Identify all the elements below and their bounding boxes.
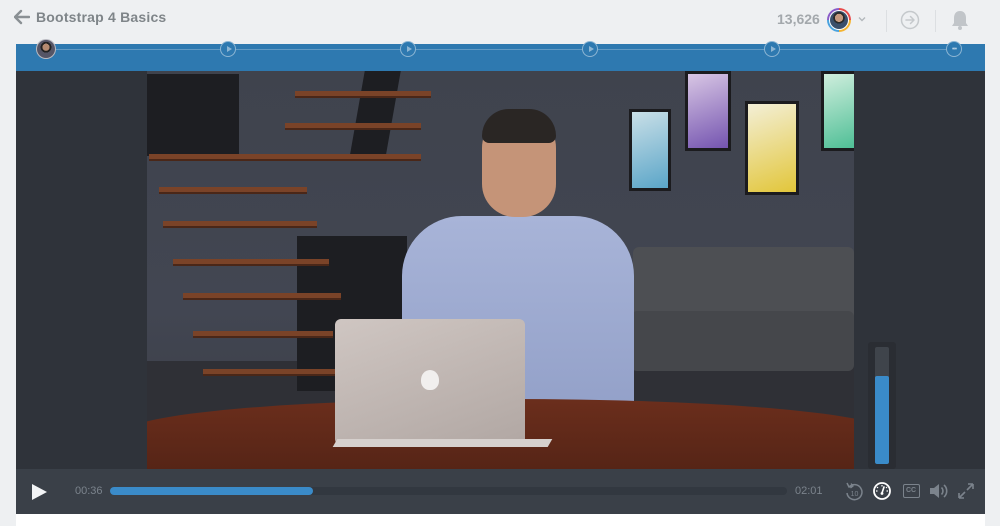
chapter-bar: ••• — [16, 39, 985, 71]
play-circle-icon[interactable] — [400, 41, 416, 57]
divider — [886, 10, 887, 32]
back-to-course-link[interactable]: Bootstrap 4 Basics — [14, 9, 166, 25]
arrow-left-icon — [14, 9, 30, 25]
play-circle-icon[interactable] — [582, 41, 598, 57]
volume-icon[interactable] — [928, 481, 948, 501]
chapter-track — [46, 49, 955, 50]
apple-logo-icon — [421, 370, 439, 390]
current-time: 00:36 — [75, 485, 103, 497]
divider — [935, 10, 936, 32]
video-frame[interactable] — [147, 71, 854, 469]
course-title: Bootstrap 4 Basics — [36, 9, 167, 25]
playback-speed-slider-fill — [875, 376, 889, 464]
closed-captions-icon[interactable]: CC — [901, 481, 921, 501]
progress-bar[interactable] — [110, 487, 787, 495]
top-bar: Bootstrap 4 Basics 13,626 — [0, 0, 1000, 44]
ellipsis-circle-icon[interactable]: ••• — [946, 41, 962, 57]
chevron-down-icon[interactable] — [857, 14, 867, 24]
bell-icon[interactable] — [950, 9, 970, 31]
content-area — [16, 514, 985, 526]
svg-text:10: 10 — [851, 491, 859, 498]
play-circle-icon[interactable] — [764, 41, 780, 57]
arrow-circle-right-icon[interactable] — [900, 10, 920, 30]
rewind-10-icon[interactable]: 10 — [844, 481, 864, 501]
points-count: 13,626 — [777, 11, 820, 27]
user-avatar[interactable] — [827, 8, 851, 32]
playback-speed-popup — [868, 342, 896, 474]
author-avatar[interactable] — [36, 39, 56, 59]
playback-speed-slider[interactable] — [875, 347, 889, 464]
fullscreen-icon[interactable] — [956, 481, 976, 501]
video-player: ••• 00:36 02:01 10 CC — [16, 39, 985, 514]
progress-bar-fill — [110, 487, 314, 495]
play-icon[interactable] — [30, 483, 48, 501]
speedometer-icon[interactable] — [872, 481, 892, 501]
player-controls: 00:36 02:01 10 CC — [16, 469, 985, 514]
play-circle-icon[interactable] — [220, 41, 236, 57]
duration: 02:01 — [795, 485, 823, 497]
